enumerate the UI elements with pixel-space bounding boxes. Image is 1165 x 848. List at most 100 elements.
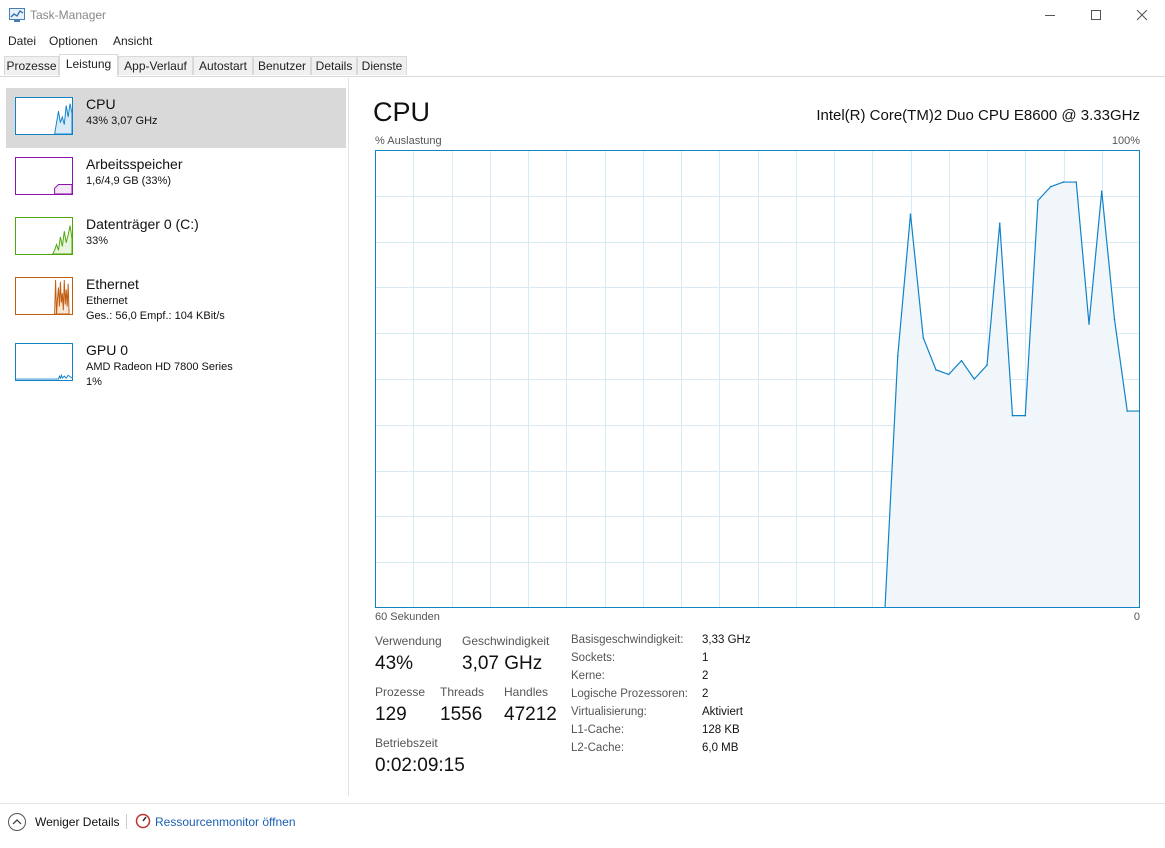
sidebar-item-label: GPU 0 bbox=[86, 342, 129, 358]
detail-value: 6,0 MB bbox=[702, 742, 739, 754]
menu-optionen[interactable]: Optionen bbox=[49, 34, 98, 48]
menu-datei[interactable]: Datei bbox=[8, 34, 36, 48]
detail-value: 128 KB bbox=[702, 724, 740, 736]
cpu-usage-area bbox=[885, 182, 1140, 608]
detail-value: 2 bbox=[702, 688, 709, 700]
fewer-details-button[interactable]: Weniger Details bbox=[35, 815, 119, 829]
cpu-usage-point-4 bbox=[935, 369, 937, 371]
usage-label: Verwendung bbox=[375, 634, 442, 648]
cpu-usage-point-6 bbox=[960, 359, 963, 362]
detail-key: Virtualisierung: bbox=[571, 706, 647, 718]
resource-monitor-icon bbox=[135, 813, 151, 829]
sidebar-item-ethernet[interactable]: Ethernet Ethernet Ges.: 56,0 Empf.: 104 … bbox=[6, 268, 346, 328]
handles-value: 47212 bbox=[504, 704, 557, 725]
detail-key: Logische Prozessoren: bbox=[571, 688, 688, 700]
detail-value: 2 bbox=[702, 670, 709, 682]
gpu-mini-graph bbox=[15, 343, 73, 381]
handles-label: Handles bbox=[504, 685, 549, 699]
uptime-label: Betriebszeit bbox=[375, 736, 438, 750]
speed-value: 3,07 GHz bbox=[462, 653, 543, 674]
panel-divider bbox=[348, 78, 349, 796]
cpu-usage-point-11 bbox=[1024, 414, 1027, 417]
sidebar-item-gpu[interactable]: GPU 0 AMD Radeon HD 7800 Series 1% bbox=[6, 334, 346, 394]
cpu-usage-point-18 bbox=[1113, 318, 1116, 321]
menu-ansicht[interactable]: Ansicht bbox=[113, 34, 152, 48]
window-title: Task-Manager bbox=[30, 8, 107, 22]
close-button[interactable] bbox=[1119, 0, 1165, 30]
sidebar-item-label: Datenträger 0 (C:) bbox=[86, 216, 199, 232]
tab-bar: Prozesse Leistung App-Verlauf Autostart … bbox=[0, 54, 1165, 77]
maximize-icon bbox=[1091, 10, 1101, 20]
minimize-button[interactable] bbox=[1027, 0, 1073, 30]
graph-x-end-label: 0 bbox=[1133, 611, 1140, 623]
tab-app-verlauf[interactable]: App-Verlauf bbox=[118, 56, 193, 75]
task-manager-icon bbox=[9, 8, 25, 22]
graph-y-max-label: 100% bbox=[1111, 135, 1140, 147]
usage-value: 43% bbox=[375, 653, 414, 674]
chevron-up-icon bbox=[12, 819, 22, 825]
threads-label: Threads bbox=[440, 685, 485, 699]
sidebar-item-label: CPU bbox=[86, 96, 116, 112]
tab-benutzer[interactable]: Benutzer bbox=[253, 56, 311, 75]
memory-mini-graph bbox=[15, 157, 73, 195]
cpu-model-name: Intel(R) Core(TM)2 Duo CPU E8600 @ 3.33G… bbox=[816, 107, 1140, 124]
sidebar-item-label: Ethernet bbox=[86, 276, 139, 292]
sidebar-item-detail: Ethernet bbox=[86, 295, 128, 307]
ethernet-mini-graph bbox=[15, 277, 73, 315]
maximize-button[interactable] bbox=[1073, 0, 1119, 30]
detail-value: 3,33 GHz bbox=[702, 634, 751, 646]
sidebar-item-throughput: Ges.: 56,0 Empf.: 104 KBit/s bbox=[86, 310, 225, 322]
cpu-usage-point-7 bbox=[973, 378, 976, 380]
threads-value: 1556 bbox=[440, 704, 483, 725]
detail-value: 1 bbox=[702, 652, 709, 664]
cpu-usage-point-3 bbox=[922, 336, 925, 339]
detail-key: L2-Cache: bbox=[571, 742, 625, 754]
graph-x-start-label: 60 Sekunden bbox=[375, 611, 440, 623]
detail-key: L1-Cache: bbox=[571, 724, 625, 736]
cpu-usage-graph bbox=[375, 150, 1140, 608]
tab-dienste[interactable]: Dienste bbox=[357, 56, 407, 75]
detail-key: Sockets: bbox=[571, 652, 616, 664]
cpu-usage-point-12 bbox=[1037, 199, 1039, 202]
detail-key: Kerne: bbox=[571, 670, 605, 682]
minimize-icon bbox=[1045, 15, 1055, 16]
tab-leistung[interactable]: Leistung bbox=[59, 54, 118, 77]
tab-autostart[interactable]: Autostart bbox=[193, 56, 253, 75]
collapse-icon[interactable] bbox=[8, 813, 26, 831]
uptime-value: 0:02:09:15 bbox=[375, 755, 465, 776]
sidebar-item-memory[interactable]: Arbeitsspeicher 1,6/4,9 GB (33%) bbox=[6, 148, 346, 208]
open-resource-monitor-link[interactable]: Ressourcenmonitor öffnen bbox=[155, 815, 296, 829]
cpu-usage-point-19 bbox=[1126, 410, 1129, 412]
disk-mini-graph bbox=[15, 217, 73, 255]
processes-value: 129 bbox=[375, 704, 407, 725]
cpu-usage-point-1 bbox=[896, 355, 899, 357]
sidebar-item-detail: 33% bbox=[86, 235, 109, 247]
cpu-mini-graph bbox=[15, 97, 73, 135]
sidebar-item-detail: 43% 3,07 GHz bbox=[86, 115, 158, 127]
tab-details[interactable]: Details bbox=[311, 56, 357, 75]
cpu-usage-point-15 bbox=[1075, 181, 1078, 183]
cpu-usage-point-8 bbox=[986, 364, 988, 367]
cpu-usage-series bbox=[884, 181, 1140, 608]
detail-key: Basisgeschwindigkeit: bbox=[571, 634, 684, 646]
graph-y-label: % Auslastung bbox=[375, 135, 442, 147]
cpu-usage-point-5 bbox=[947, 373, 950, 376]
cpu-usage-point-17 bbox=[1100, 190, 1103, 193]
resource-sidebar: CPU 43% 3,07 GHz Arbeitsspeicher 1,6/4,9… bbox=[0, 78, 348, 798]
processes-label: Prozesse bbox=[375, 685, 426, 699]
cpu-usage-point-10 bbox=[1011, 414, 1014, 417]
detail-value: Aktiviert bbox=[702, 706, 743, 718]
close-icon bbox=[1136, 9, 1148, 21]
cpu-usage-point-2 bbox=[909, 213, 912, 215]
tab-prozesse[interactable]: Prozesse bbox=[4, 56, 59, 75]
sidebar-item-detail: AMD Radeon HD 7800 Series bbox=[86, 361, 233, 373]
sidebar-item-disk[interactable]: Datenträger 0 (C:) 33% bbox=[6, 208, 346, 268]
page-title: CPU bbox=[373, 97, 431, 127]
cpu-usage-point-14 bbox=[1062, 181, 1065, 183]
speed-label: Geschwindigkeit bbox=[462, 634, 550, 648]
sidebar-item-label: Arbeitsspeicher bbox=[86, 156, 183, 172]
sidebar-item-cpu[interactable]: CPU 43% 3,07 GHz bbox=[6, 88, 346, 148]
cpu-usage-point-13 bbox=[1049, 185, 1052, 188]
cpu-usage-point-9 bbox=[998, 222, 1001, 225]
footer-separator bbox=[126, 814, 127, 829]
